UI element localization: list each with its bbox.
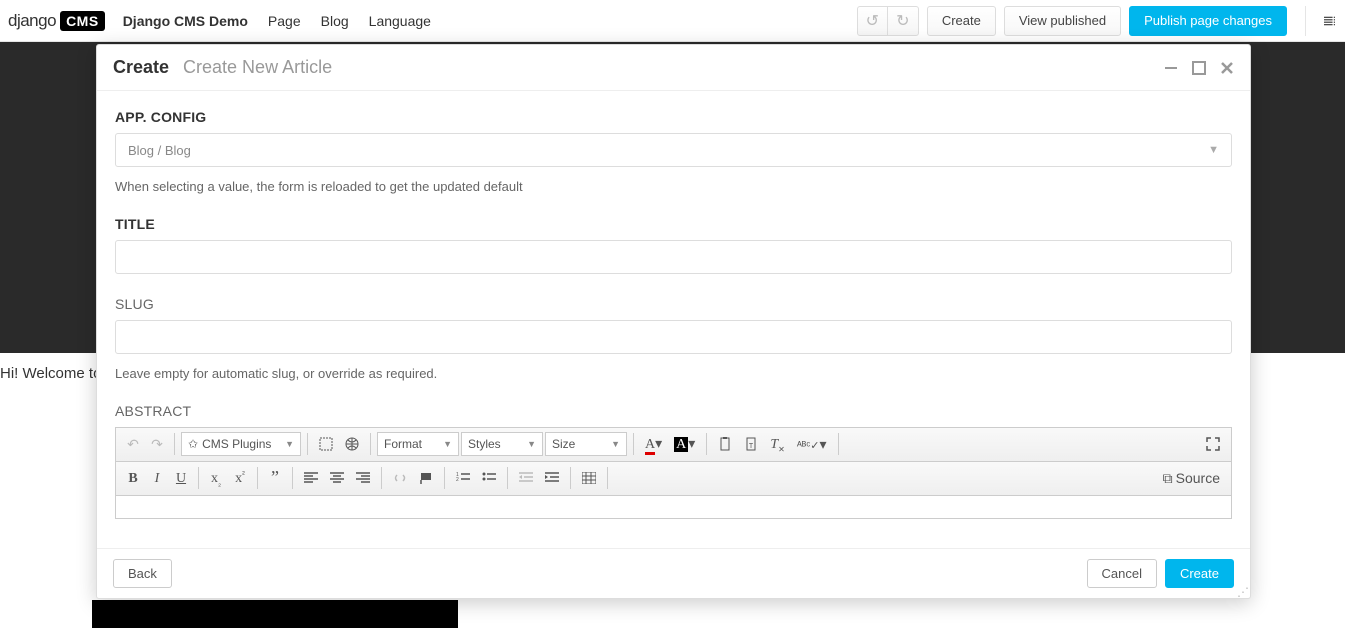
rte-spellcheck-icon[interactable]: ᴬᴮᶜ✓▾: [792, 433, 832, 456]
field-app-config: App. Config Blog / Blog ▼ When selecting…: [115, 109, 1232, 194]
rte-redo-icon[interactable]: ↷: [146, 433, 168, 456]
rte-textarea[interactable]: [116, 496, 1231, 518]
rte-anchor-icon[interactable]: [414, 468, 438, 488]
logo[interactable]: django CMS: [8, 11, 105, 31]
rte-remove-format-icon[interactable]: T✕: [765, 432, 790, 457]
rte-indent-icon[interactable]: [540, 469, 564, 487]
app-config-select[interactable]: Blog / Blog ▼: [115, 133, 1232, 167]
sidebar-toggle-icon[interactable]: [1305, 6, 1335, 36]
rte-toolbar-row-1: ↶ ↷ ✩ CMS Plugins ▼ Format ▼ Styles ▼ Size…: [116, 428, 1231, 462]
close-icon[interactable]: [1220, 61, 1234, 75]
rte-size-label: Size: [552, 437, 575, 451]
nav-site-title[interactable]: Django CMS Demo: [123, 13, 248, 29]
modal-title: Create: [113, 57, 169, 78]
chevron-down-icon: ▼: [605, 439, 620, 449]
modal-subtitle: Create New Article: [183, 57, 332, 78]
logo-badge: CMS: [60, 11, 105, 31]
create-article-modal: Create Create New Article App. Config Bl…: [96, 44, 1251, 599]
modal-window-controls: [1164, 61, 1234, 75]
back-button[interactable]: Back: [113, 559, 172, 588]
field-title: Title: [115, 216, 1232, 274]
create-submit-button[interactable]: Create: [1165, 559, 1234, 588]
rte-styles-dropdown[interactable]: Styles ▼: [461, 432, 543, 456]
rte-cms-plugins-dropdown[interactable]: ✩ CMS Plugins ▼: [181, 432, 301, 456]
chevron-down-icon: ▼: [1208, 144, 1219, 156]
app-config-label: App. Config: [115, 109, 1232, 125]
create-button[interactable]: Create: [927, 6, 996, 36]
chevron-down-icon: ▼: [279, 439, 294, 449]
rte-selectall-icon[interactable]: [314, 434, 338, 454]
nav-page[interactable]: Page: [268, 13, 301, 29]
puzzle-icon: ✩: [188, 437, 198, 451]
slug-label: Slug: [115, 296, 1232, 312]
rte-ol-icon[interactable]: 12: [451, 469, 475, 487]
rte-align-right-icon[interactable]: [351, 469, 375, 487]
redo-button[interactable]: ↻: [888, 7, 918, 35]
cancel-button[interactable]: Cancel: [1087, 559, 1157, 588]
rte-toolbar-row-2: B I U x₂ x² ” 12: [116, 462, 1231, 496]
rte-italic-icon[interactable]: I: [146, 466, 168, 490]
view-published-button[interactable]: View published: [1004, 6, 1121, 36]
modal-body: App. Config Blog / Blog ▼ When selecting…: [97, 91, 1250, 548]
rte-subscript-icon[interactable]: x₂: [205, 466, 227, 491]
field-abstract: Abstract ↶ ↷ ✩ CMS Plugins ▼ Format ▼: [115, 403, 1232, 519]
title-input[interactable]: [115, 240, 1232, 274]
abstract-label: Abstract: [115, 403, 1232, 419]
rte-textcolor-icon[interactable]: A▾: [640, 432, 667, 456]
page-hero-image: [92, 600, 458, 628]
modal-header: Create Create New Article: [97, 45, 1250, 91]
chevron-down-icon: ▼: [437, 439, 452, 449]
main-toolbar: django CMS Django CMS Demo Page Blog Lan…: [0, 0, 1345, 42]
rte-cms-plugins-label: CMS Plugins: [202, 437, 271, 451]
rte-paste-text-icon[interactable]: T: [739, 434, 763, 454]
slug-input[interactable]: [115, 320, 1232, 354]
rte-globe-icon[interactable]: [340, 434, 364, 454]
rte-table-icon[interactable]: [577, 469, 601, 487]
svg-text:T: T: [749, 443, 754, 450]
modal-footer: Back Cancel Create: [97, 548, 1250, 598]
slug-help: Leave empty for automatic slug, or overr…: [115, 366, 1232, 381]
publish-page-button[interactable]: Publish page changes: [1129, 6, 1287, 36]
svg-text:2: 2: [456, 477, 459, 483]
page-welcome-text: Hi! Welcome to: [0, 365, 101, 382]
rte-underline-icon[interactable]: U: [170, 466, 192, 490]
rte-size-dropdown[interactable]: Size ▼: [545, 432, 627, 456]
rte-outdent-icon[interactable]: [514, 469, 538, 487]
rte-undo-icon[interactable]: ↶: [122, 433, 144, 456]
rte-source-button[interactable]: ⧉Source: [1158, 467, 1225, 490]
rte-source-label: Source: [1176, 470, 1220, 486]
logo-text: django: [8, 11, 56, 31]
chevron-down-icon: ▼: [521, 439, 536, 449]
rte-bold-icon[interactable]: B: [122, 466, 144, 490]
rte-paste-icon[interactable]: [713, 434, 737, 454]
app-config-value: Blog / Blog: [128, 143, 191, 158]
rte-maximize-icon[interactable]: [1201, 434, 1225, 454]
rte-format-dropdown[interactable]: Format ▼: [377, 432, 459, 456]
nav-language[interactable]: Language: [369, 13, 431, 29]
rte-format-label: Format: [384, 437, 422, 451]
undo-redo-group: ↺ ↻: [857, 6, 919, 36]
rich-text-editor: ↶ ↷ ✩ CMS Plugins ▼ Format ▼ Styles ▼ Size…: [115, 427, 1232, 519]
resize-handle-icon[interactable]: ⋰: [1237, 585, 1247, 595]
rte-styles-label: Styles: [468, 437, 501, 451]
rte-align-left-icon[interactable]: [299, 469, 323, 487]
title-label: Title: [115, 216, 1232, 232]
top-nav: Django CMS Demo Page Blog Language: [123, 13, 431, 29]
field-slug: Slug Leave empty for automatic slug, or …: [115, 296, 1232, 381]
minimize-icon[interactable]: [1164, 61, 1178, 75]
rte-align-center-icon[interactable]: [325, 469, 349, 487]
source-icon: ⧉: [1163, 470, 1173, 486]
nav-blog[interactable]: Blog: [321, 13, 349, 29]
rte-ul-icon[interactable]: [477, 469, 501, 487]
rte-bgcolor-icon[interactable]: A▾: [669, 432, 700, 456]
rte-unlink-icon[interactable]: [388, 468, 412, 488]
rte-blockquote-icon[interactable]: ”: [264, 467, 286, 489]
undo-button[interactable]: ↺: [858, 7, 888, 35]
app-config-help: When selecting a value, the form is relo…: [115, 179, 1232, 194]
rte-superscript-icon[interactable]: x²: [229, 466, 251, 490]
maximize-icon[interactable]: [1192, 61, 1206, 75]
